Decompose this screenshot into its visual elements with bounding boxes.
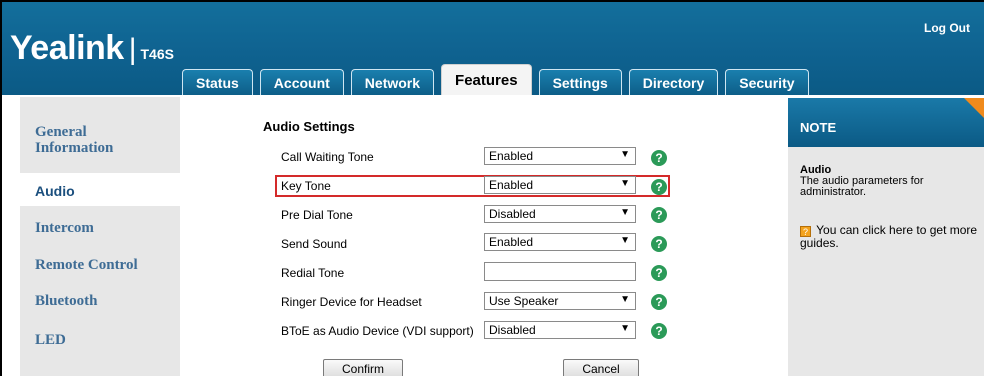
- select-value: Disabled: [489, 207, 536, 221]
- key-tone-select[interactable]: Enabled ▼: [484, 176, 636, 194]
- logo-model: T46S: [140, 46, 174, 62]
- help-icon[interactable]: ?: [651, 323, 667, 339]
- help-icon[interactable]: ?: [651, 207, 667, 223]
- help-icon[interactable]: ?: [651, 265, 667, 281]
- help-icon[interactable]: ?: [651, 236, 667, 252]
- note-corner-decoration: [964, 98, 984, 118]
- help-icon[interactable]: ?: [651, 179, 667, 195]
- pre-dial-tone-select[interactable]: Disabled ▼: [484, 205, 636, 223]
- confirm-button[interactable]: Confirm: [323, 359, 403, 376]
- note-header: NOTE: [788, 98, 984, 147]
- chevron-down-icon: ▼: [620, 149, 630, 160]
- audio-settings-panel: Audio Settings Call Waiting Tone Enabled…: [182, 95, 782, 376]
- note-description: The audio parameters for administrator.: [800, 175, 924, 198]
- tab-network[interactable]: Network: [350, 69, 435, 95]
- body-area: General Information Audio Intercom Remot…: [2, 95, 984, 376]
- chevron-down-icon: ▼: [620, 294, 630, 305]
- guide-text: You can click here to get more guides.: [800, 223, 978, 250]
- select-value: Enabled: [489, 149, 534, 163]
- yealink-logo: Yealink | T46S: [10, 29, 174, 68]
- redial-tone-label: Redial Tone: [281, 266, 345, 280]
- cancel-button[interactable]: Cancel: [563, 359, 639, 376]
- logo-separator: |: [128, 33, 137, 66]
- btoe-audio-device-select[interactable]: Disabled ▼: [484, 321, 636, 339]
- chevron-down-icon: ▼: [620, 235, 630, 246]
- tab-security[interactable]: Security: [725, 69, 809, 95]
- btoe-audio-device-label: BToE as Audio Device (VDI support): [281, 324, 474, 338]
- sidebar-item-audio[interactable]: Audio: [20, 173, 180, 206]
- logo-brand: Yealink: [10, 29, 124, 67]
- tab-settings[interactable]: Settings: [538, 69, 622, 95]
- sidebar-item-general-information[interactable]: General Information: [35, 124, 145, 156]
- note-title: NOTE: [800, 120, 837, 135]
- section-title: Audio Settings: [263, 119, 355, 134]
- tab-features[interactable]: Features: [441, 64, 532, 95]
- redial-tone-input[interactable]: [484, 262, 636, 281]
- logout-link[interactable]: Log Out: [924, 21, 970, 35]
- sidebar-item-bluetooth[interactable]: Bluetooth: [35, 293, 98, 309]
- tab-status[interactable]: Status: [182, 69, 253, 95]
- key-tone-label: Key Tone: [281, 179, 331, 193]
- sidebar-item-led[interactable]: LED: [35, 332, 66, 348]
- sidebar-item-remote-control[interactable]: Remote Control: [35, 257, 138, 273]
- browser-frame: Yealink | T46S Log Out Status Account Ne…: [0, 0, 984, 376]
- help-icon[interactable]: ?: [651, 150, 667, 166]
- send-sound-select[interactable]: Enabled ▼: [484, 233, 636, 251]
- tab-account[interactable]: Account: [259, 69, 344, 95]
- chevron-down-icon: ▼: [620, 178, 630, 189]
- call-waiting-tone-label: Call Waiting Tone: [281, 150, 374, 164]
- sidebar-item-intercom[interactable]: Intercom: [35, 220, 94, 236]
- select-value: Enabled: [489, 178, 534, 192]
- main-tabs: Status Account Network Features Settings…: [182, 64, 816, 95]
- send-sound-label: Send Sound: [281, 237, 348, 251]
- note-guide-link[interactable]: ? You can click here to get more guides.: [800, 224, 978, 250]
- ringer-device-for-headset-label: Ringer Device for Headset: [281, 295, 422, 309]
- header-bar: Yealink | T46S Log Out Status Account Ne…: [2, 2, 984, 95]
- note-panel: NOTE Audio The audio parameters for admi…: [788, 98, 984, 376]
- sidebar: General Information Audio Intercom Remot…: [20, 97, 180, 376]
- select-value: Enabled: [489, 235, 534, 249]
- chevron-down-icon: ▼: [620, 323, 630, 334]
- chevron-down-icon: ▼: [620, 207, 630, 218]
- select-value: Use Speaker: [489, 294, 559, 308]
- tab-directory[interactable]: Directory: [628, 69, 719, 95]
- select-value: Disabled: [489, 323, 536, 337]
- pre-dial-tone-label: Pre Dial Tone: [281, 208, 353, 222]
- help-icon[interactable]: ?: [651, 294, 667, 310]
- ringer-device-select[interactable]: Use Speaker ▼: [484, 292, 636, 310]
- call-waiting-tone-select[interactable]: Enabled ▼: [484, 147, 636, 165]
